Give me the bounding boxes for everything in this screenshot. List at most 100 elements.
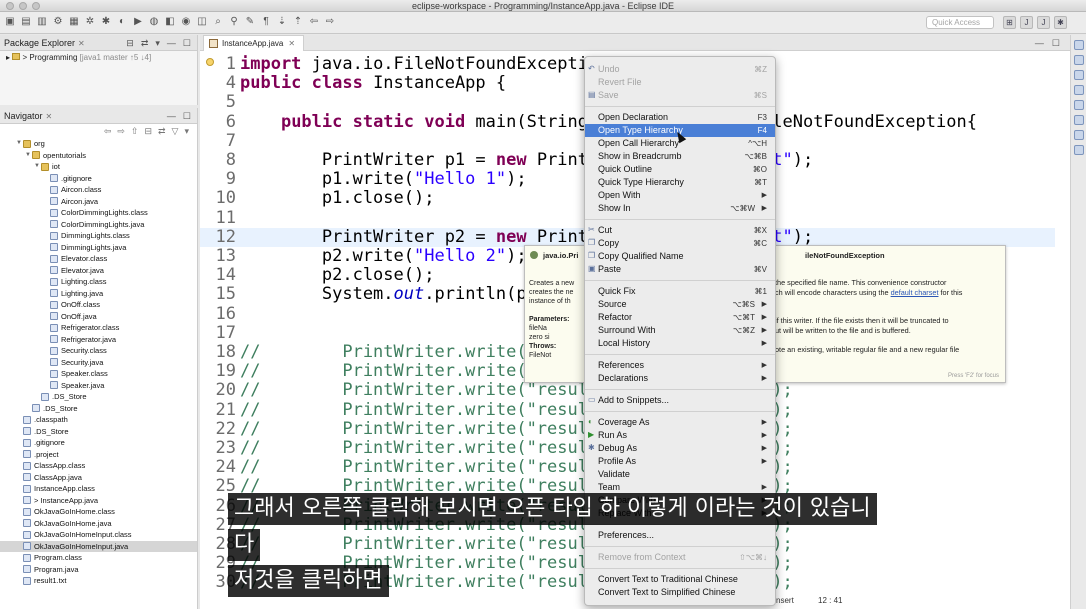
menu-item-show-in[interactable]: Show In ⌥⌘W ▶ bbox=[585, 202, 775, 215]
quick-access-input[interactable]: Quick Access bbox=[926, 16, 994, 29]
forward-icon[interactable]: ⇨ bbox=[324, 16, 336, 28]
menu-item-cut[interactable]: ✂ Cut ⌘X bbox=[585, 224, 775, 237]
filter-icon[interactable]: ▽ bbox=[172, 126, 179, 137]
navigator-item[interactable]: > InstanceApp.java bbox=[0, 495, 197, 507]
bug-icon[interactable]: ✱ bbox=[100, 16, 112, 28]
new-icon[interactable]: ▣ bbox=[4, 16, 16, 28]
menu-item-coverage-as[interactable]: ◐ Coverage As ▶ bbox=[585, 416, 775, 429]
declaration-view-icon[interactable] bbox=[1073, 115, 1084, 125]
up-nav-icon[interactable]: ⇧ bbox=[131, 126, 139, 137]
search-toolbar-icon[interactable]: ⌕ bbox=[212, 16, 224, 28]
minimize-icon[interactable]: — bbox=[167, 35, 176, 51]
menu-item-references[interactable]: References ▶ bbox=[585, 359, 775, 372]
navigator-item[interactable]: ▼ org bbox=[0, 138, 197, 150]
expand-arrow-icon[interactable]: ▼ bbox=[15, 138, 23, 150]
navigator-item[interactable]: .classpath bbox=[0, 414, 197, 426]
debug-toolbar-icon[interactable]: ✲ bbox=[84, 16, 96, 28]
project-node[interactable]: ▸ > Programming [java1 master ↑5 ↓4] bbox=[0, 51, 197, 64]
navigator-item[interactable]: Security.class bbox=[0, 345, 197, 357]
link-editor-icon[interactable]: ⇄ bbox=[158, 126, 166, 137]
minimize-icon[interactable]: — bbox=[167, 108, 176, 124]
default-charset-link[interactable]: default charset bbox=[891, 288, 939, 297]
problems-view-icon[interactable] bbox=[1073, 70, 1084, 80]
tab-instanceapp-java[interactable]: InstanceApp.java ✕ bbox=[203, 35, 305, 51]
collapse-all-icon[interactable]: ⊟ bbox=[144, 126, 152, 137]
navigator-item[interactable]: ColorDimmingLights.java bbox=[0, 219, 197, 231]
menu-item-add-to-snippets[interactable]: ▭ Add to Snippets... bbox=[585, 394, 775, 407]
navigator-item[interactable]: DimmingLights.java bbox=[0, 242, 197, 254]
menu-item-run-as[interactable]: ▶ Run As ▶ bbox=[585, 429, 775, 442]
back-nav-icon[interactable]: ⇦ bbox=[104, 126, 112, 137]
menu-item-quick-type-hierarchy[interactable]: Quick Type Hierarchy ⌘T bbox=[585, 176, 775, 189]
navigator-item[interactable]: ColorDimmingLights.class bbox=[0, 207, 197, 219]
menu-item-local-history[interactable]: Local History ▶ bbox=[585, 337, 775, 350]
navigator-item[interactable]: ClassApp.java bbox=[0, 472, 197, 484]
pin-icon[interactable]: ⚲ bbox=[228, 16, 240, 28]
collapse-all-icon[interactable]: ⊟ bbox=[126, 35, 134, 51]
navigator-item[interactable]: ▼ iot bbox=[0, 161, 197, 173]
navigator-item[interactable]: Aircon.class bbox=[0, 184, 197, 196]
menu-item-preferences[interactable]: Preferences... bbox=[585, 529, 775, 542]
external-tools-icon[interactable]: ◍ bbox=[148, 16, 160, 28]
navigator-item[interactable]: Elevator.java bbox=[0, 265, 197, 277]
menu-item-refactor[interactable]: Refactor ⌥⌘T ▶ bbox=[585, 311, 775, 324]
menu-item-declarations[interactable]: Declarations ▶ bbox=[585, 372, 775, 385]
navigator-item[interactable]: .gitignore bbox=[0, 173, 197, 185]
menu-item-copy-qualified-name[interactable]: ❐ Copy Qualified Name bbox=[585, 250, 775, 263]
menu-item-open-with[interactable]: Open With ▶ bbox=[585, 189, 775, 202]
menu-item-convert-text-to-traditional-chinese[interactable]: Convert Text to Traditional Chinese bbox=[585, 573, 775, 586]
navigator-item[interactable]: .DS_Store bbox=[0, 391, 197, 403]
outline-view-icon[interactable] bbox=[1073, 40, 1084, 50]
menu-item-save[interactable]: ▤ Save ⌘S bbox=[585, 89, 775, 102]
git-view-icon[interactable] bbox=[1073, 145, 1084, 155]
console-view-icon[interactable] bbox=[1073, 85, 1084, 95]
view-menu-icon[interactable]: ▾ bbox=[184, 126, 189, 137]
minimize-icon[interactable]: — bbox=[1035, 35, 1044, 51]
view-menu-icon[interactable]: ▾ bbox=[155, 35, 160, 51]
navigator-item[interactable]: .DS_Store bbox=[0, 403, 197, 415]
navigator-item[interactable]: result1.txt bbox=[0, 575, 197, 587]
close-icon[interactable]: ✕ bbox=[46, 112, 53, 121]
navigator-item[interactable]: .project bbox=[0, 449, 197, 461]
java-perspective-icon[interactable]: J bbox=[1037, 16, 1050, 29]
expand-arrow-icon[interactable]: ▼ bbox=[24, 150, 32, 162]
debug-perspective-icon[interactable]: ✱ bbox=[1054, 16, 1067, 29]
progress-view-icon[interactable] bbox=[1073, 130, 1084, 140]
navigator-item[interactable]: OkJavaGoInHomeInput.java bbox=[0, 540, 197, 552]
navigator-item[interactable]: Speaker.class bbox=[0, 368, 197, 380]
navigator-item[interactable]: OnOff.class bbox=[0, 299, 197, 311]
menu-item-source[interactable]: Source ⌥⌘S ▶ bbox=[585, 298, 775, 311]
menu-item-revert-file[interactable]: Revert File bbox=[585, 76, 775, 89]
next-annotation-icon[interactable]: ⇣ bbox=[276, 16, 288, 28]
terminal-icon[interactable]: ▦ bbox=[68, 16, 80, 28]
navigator-item[interactable]: Refrigerator.class bbox=[0, 322, 197, 334]
navigator-item[interactable]: Speaker.java bbox=[0, 380, 197, 392]
java-ee-perspective-icon[interactable]: J bbox=[1020, 16, 1033, 29]
navigator-item[interactable]: InstanceApp.class bbox=[0, 483, 197, 495]
close-icon[interactable]: ✕ bbox=[78, 39, 85, 48]
save-toolbar-icon[interactable]: ▤ bbox=[20, 16, 32, 28]
navigator-item[interactable]: OnOff.java bbox=[0, 311, 197, 323]
maximize-icon[interactable]: ☐ bbox=[1052, 35, 1060, 51]
navigator-item[interactable]: .DS_Store bbox=[0, 426, 197, 438]
navigator-item[interactable]: .gitignore bbox=[0, 437, 197, 449]
mark-icon[interactable]: ✎ bbox=[244, 16, 256, 28]
coverage-toolbar-icon[interactable]: ◐ bbox=[116, 16, 128, 28]
navigator-item[interactable]: Program.class bbox=[0, 552, 197, 564]
new-class-icon[interactable]: ◉ bbox=[180, 16, 192, 28]
menu-item-quick-outline[interactable]: Quick Outline ⌘O bbox=[585, 163, 775, 176]
link-editor-icon[interactable]: ⇄ bbox=[141, 35, 149, 51]
menu-item-remove-from-context[interactable]: Remove from Context ⇧⌥⌘↓ bbox=[585, 551, 775, 564]
navigator-item[interactable]: Elevator.class bbox=[0, 253, 197, 265]
menu-item-show-in-breadcrumb[interactable]: Show in Breadcrumb ⌥⌘B bbox=[585, 150, 775, 163]
navigator-item[interactable]: ▼ opentutorials bbox=[0, 150, 197, 162]
maximize-icon[interactable]: ☐ bbox=[183, 35, 191, 51]
open-perspective-icon[interactable]: ⊞ bbox=[1003, 16, 1016, 29]
menu-item-undo[interactable]: ↶ Undo ⌘Z bbox=[585, 63, 775, 76]
menu-item-convert-text-to-simplified-chinese[interactable]: Convert Text to Simplified Chinese bbox=[585, 586, 775, 599]
javadoc-view-icon[interactable] bbox=[1073, 100, 1084, 110]
menu-item-validate[interactable]: Validate bbox=[585, 468, 775, 481]
package-explorer-title[interactable]: Package Explorer bbox=[4, 38, 75, 48]
navigator-item[interactable]: OkJavaGoInHome.class bbox=[0, 506, 197, 518]
maximize-icon[interactable]: ☐ bbox=[183, 108, 191, 124]
